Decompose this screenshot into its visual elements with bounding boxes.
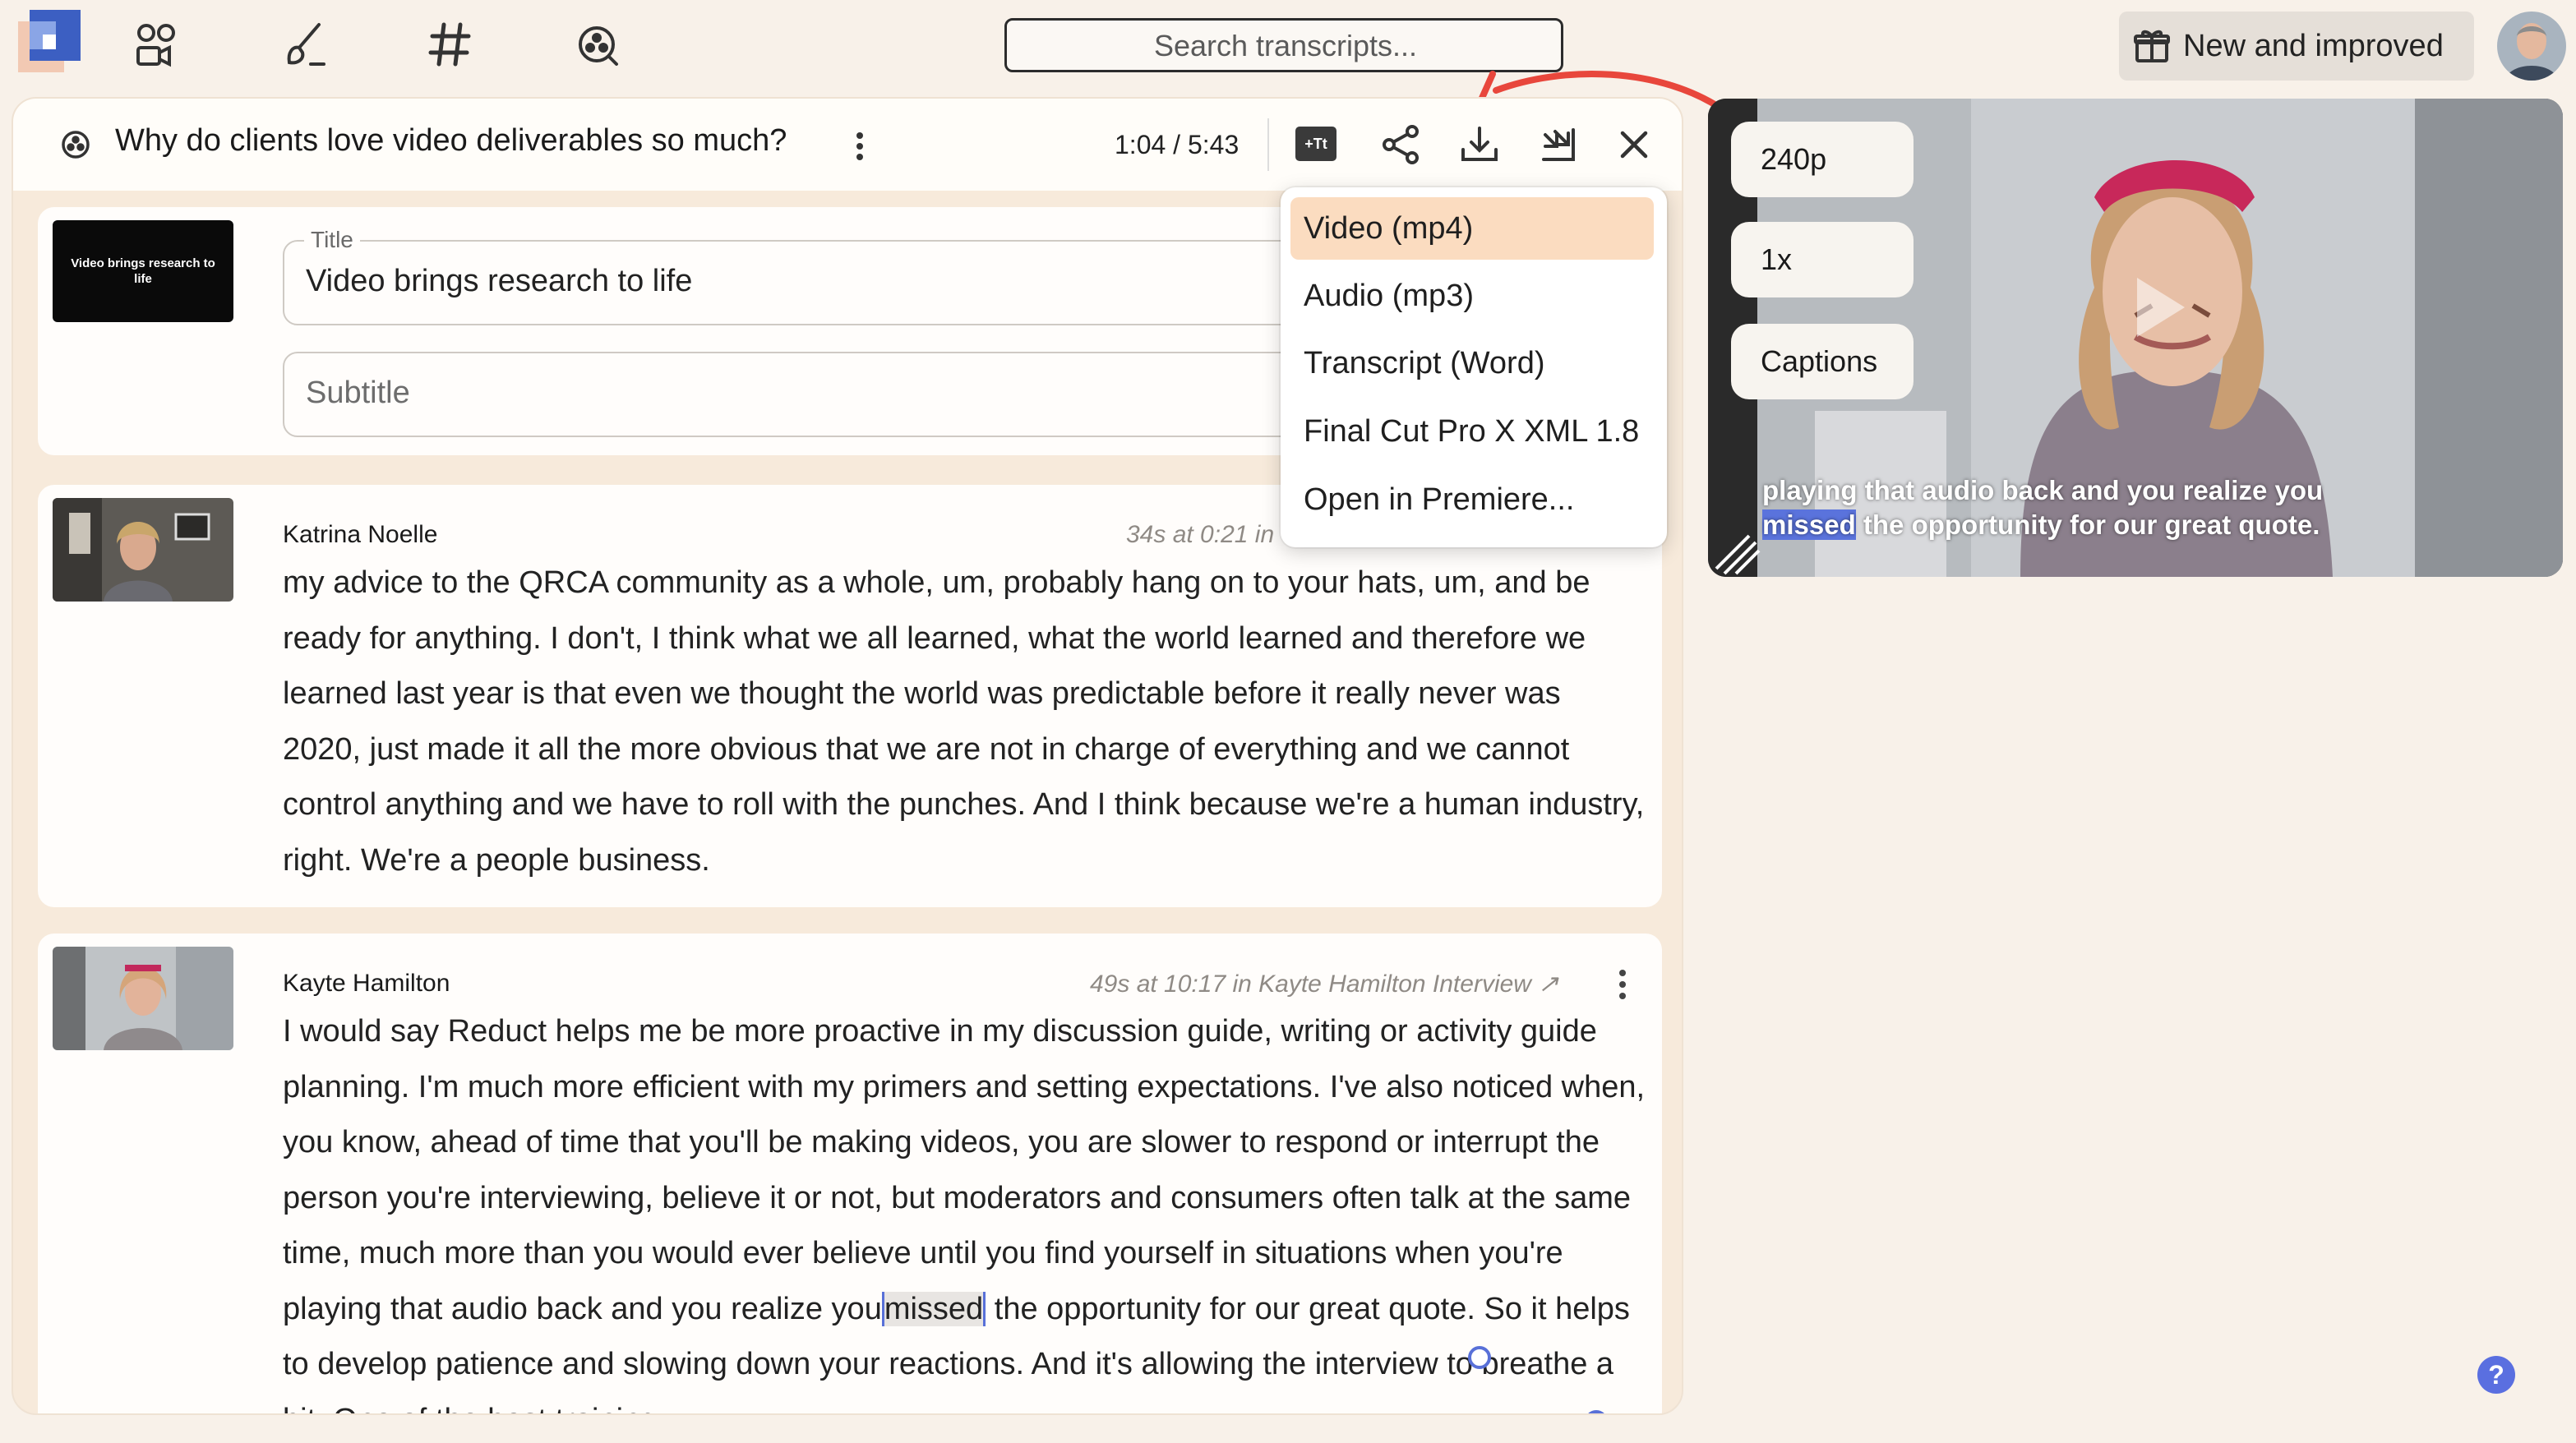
caption-before: playing that audio back and you realize … [1762,475,2324,505]
video-player[interactable]: 240p 1x Captions playing that audio back… [1708,99,2563,577]
selected-word[interactable]: missed [881,1291,986,1326]
reel-menu-kebab-icon[interactable] [855,131,865,161]
header-divider [1267,118,1269,171]
quote-meta[interactable]: 34s at 0:21 in [1126,521,1274,549]
title-thumbnail[interactable]: Video brings research to life [53,220,233,322]
new-and-improved-label: New and improved [2183,28,2444,63]
brush-icon[interactable] [278,18,330,71]
reel-search-icon[interactable] [570,18,623,71]
speaker-name: Kayte Hamilton [283,970,450,997]
export-final-cut-xml[interactable]: Final Cut Pro X XML 1.8 [1290,400,1654,463]
help-button[interactable]: ? [2477,1356,2515,1394]
caption-highlight: missed [1762,509,1856,540]
add-title-button[interactable]: +Tt [1295,120,1345,169]
title-field-label: Title [304,227,360,253]
export-transcript-word[interactable]: Transcript (Word) [1290,332,1654,394]
new-and-improved-button[interactable]: New and improved [2119,12,2474,81]
download-icon[interactable] [1455,120,1504,169]
external-link-icon: ↗ [1530,970,1559,998]
playback-speed-button[interactable]: 1x [1731,222,1914,297]
quote-meta[interactable]: 49s at 10:17 in Kayte Hamilton Interview… [1090,970,1558,998]
user-avatar[interactable] [2497,12,2566,81]
reel-icon [59,128,92,161]
quote-text[interactable]: my advice to the QRCA community as a who… [283,556,1647,888]
speaker-name: Katrina Noelle [283,521,438,548]
people-video-icon[interactable] [132,18,184,71]
quality-button[interactable]: 240p [1731,122,1914,197]
open-in-premiere[interactable]: Open in Premiere... [1290,468,1654,531]
quote-text-before: I would say Reduct helps me be more proa… [283,1014,1646,1326]
gift-icon [2132,26,2172,66]
quote-card: Kayte Hamilton 49s at 10:17 in Kayte Ham… [38,934,1662,1413]
quote-menu-kebab-icon[interactable] [1614,965,1631,1006]
reel-header: Why do clients love video deliverables s… [13,99,1682,191]
quote-card: Katrina Noelle 34s at 0:21 in my advice … [38,485,1662,907]
export-menu: Video (mp4) Audio (mp3) Transcript (Word… [1281,187,1667,547]
quote-text[interactable]: I would say Reduct helps me be more proa… [283,1004,1647,1413]
reduct-logo[interactable] [18,10,81,72]
collapse-icon[interactable] [1534,120,1583,169]
export-audio-mp3[interactable]: Audio (mp3) [1290,265,1654,327]
selection-start-handle[interactable] [1468,1346,1491,1369]
add-title-icon: +Tt [1295,127,1336,161]
reel-title[interactable]: Why do clients love video deliverables s… [115,123,787,159]
playback-time: 1:04 / 5:43 [1115,130,1240,159]
close-icon[interactable] [1609,120,1659,169]
caption-after: the opportunity for our great quote. [1855,509,2320,540]
speaker-thumbnail[interactable] [53,498,233,602]
share-icon[interactable] [1376,120,1425,169]
captions-button[interactable]: Captions [1731,324,1914,399]
speaker-thumbnail[interactable] [53,947,233,1050]
video-caption: playing that audio back and you realize … [1762,473,2387,542]
quote-meta-text: 49s at 10:17 in Kayte Hamilton Interview [1090,970,1531,998]
hashtag-icon[interactable] [424,18,477,71]
export-video-mp4[interactable]: Video (mp4) [1290,197,1654,260]
